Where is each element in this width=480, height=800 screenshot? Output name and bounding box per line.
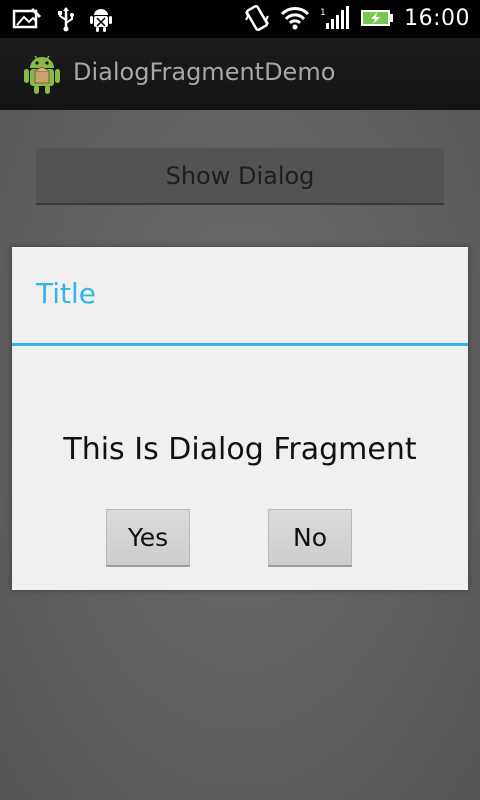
usb-icon: [58, 7, 74, 32]
yes-button[interactable]: Yes: [106, 509, 190, 567]
dialog: Title This Is Dialog Fragment Yes No: [12, 247, 468, 590]
phone-screen: 1 16:00 DialogFragmentDemo Show Dialog T…: [0, 0, 480, 800]
android-debug-icon: [90, 9, 112, 32]
no-button[interactable]: No: [268, 509, 352, 567]
action-bar: DialogFragmentDemo: [0, 38, 480, 111]
show-dialog-button[interactable]: Show Dialog: [36, 147, 444, 205]
svg-text:1: 1: [320, 8, 326, 18]
dialog-title-divider: [12, 343, 468, 346]
dialog-title: Title: [36, 277, 97, 310]
gallery-icon: [12, 7, 42, 29]
android-app-icon: [24, 55, 60, 94]
status-clock: 16:00: [404, 5, 470, 31]
signal-icon: 1: [320, 6, 350, 29]
vibrate-icon: [245, 4, 269, 32]
app-title: DialogFragmentDemo: [73, 58, 336, 86]
battery-charging-icon: [361, 10, 394, 26]
status-bar: 1 16:00: [0, 0, 480, 38]
dialog-message: This Is Dialog Fragment: [63, 432, 417, 467]
wifi-icon: [281, 7, 310, 30]
